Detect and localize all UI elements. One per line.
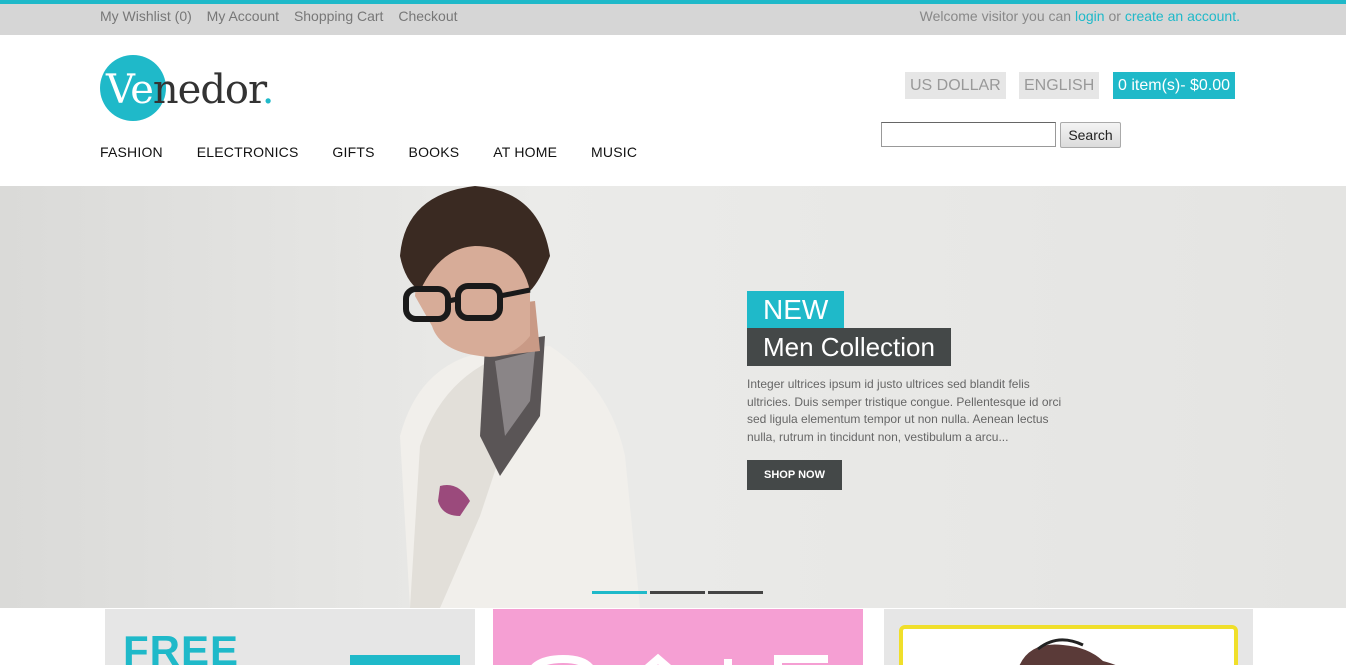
nav-at-home[interactable]: AT HOME bbox=[493, 144, 557, 160]
nav-fashion[interactable]: FASHION bbox=[100, 144, 163, 160]
promo-banner-sale[interactable] bbox=[493, 609, 863, 665]
wishlist-link[interactable]: My Wishlist (0) bbox=[100, 8, 192, 24]
top-utility-bar: My Wishlist (0) My Account Shopping Cart… bbox=[0, 0, 1346, 35]
language-selector[interactable]: ENGLISH bbox=[1019, 72, 1100, 99]
my-account-link[interactable]: My Account bbox=[207, 8, 279, 24]
hero-badge: NEW bbox=[747, 291, 845, 328]
hero-title: Men Collection bbox=[747, 328, 951, 366]
shoe-icon bbox=[1019, 638, 1116, 665]
search-button[interactable]: Search bbox=[1060, 122, 1121, 148]
cart-summary-button[interactable]: 0 item(s)- $0.00 bbox=[1113, 72, 1236, 99]
currency-selector[interactable]: US DOLLAR bbox=[905, 72, 1006, 99]
logo-dot: . bbox=[261, 67, 275, 113]
logo-text-ve: Ve bbox=[106, 67, 154, 113]
or-text: or bbox=[1104, 8, 1125, 24]
checkout-link[interactable]: Checkout bbox=[398, 8, 457, 24]
slide-indicator-3[interactable] bbox=[708, 591, 763, 594]
promo-accent-bar bbox=[350, 655, 460, 665]
promo-banner-free[interactable]: FREE bbox=[105, 609, 475, 665]
main-navigation: FASHION ELECTRONICS GIFTS BOOKS AT HOME … bbox=[100, 144, 667, 160]
model-image bbox=[400, 186, 640, 608]
logo-wordmark: Venedor. bbox=[106, 67, 275, 113]
hero-slider: NEW Men Collection Integer ultrices ipsu… bbox=[0, 186, 1346, 608]
slide-indicator-2[interactable] bbox=[650, 591, 705, 594]
slide-indicator-1[interactable] bbox=[592, 591, 647, 594]
shopping-cart-link[interactable]: Shopping Cart bbox=[294, 8, 384, 24]
login-link[interactable]: login bbox=[1075, 8, 1105, 24]
site-logo[interactable]: Venedor. bbox=[100, 55, 300, 123]
nav-gifts[interactable]: GIFTS bbox=[332, 144, 374, 160]
promo-banner-shoes[interactable] bbox=[884, 609, 1253, 665]
nav-music[interactable]: MUSIC bbox=[591, 144, 637, 160]
create-account-link[interactable]: create an account. bbox=[1125, 8, 1240, 24]
site-header: Venedor. FASHION ELECTRONICS GIFTS BOOKS… bbox=[0, 35, 1346, 186]
shop-now-button[interactable]: SHOP NOW bbox=[747, 460, 842, 490]
search-input[interactable] bbox=[881, 122, 1056, 147]
nav-books[interactable]: BOOKS bbox=[409, 144, 460, 160]
account-links: My Wishlist (0) My Account Shopping Cart… bbox=[100, 8, 469, 24]
logo-text-rest: nedor bbox=[152, 67, 263, 113]
promo-free-text: FREE bbox=[123, 627, 240, 665]
nav-electronics[interactable]: ELECTRONICS bbox=[197, 144, 299, 160]
welcome-text: Welcome visitor you can bbox=[919, 8, 1075, 24]
hero-description: Integer ultrices ipsum id justo ultrices… bbox=[747, 377, 1062, 444]
promo-frame bbox=[899, 625, 1238, 665]
sale-lettering-graphic bbox=[531, 653, 828, 665]
welcome-message: Welcome visitor you can login or create … bbox=[920, 8, 1240, 24]
